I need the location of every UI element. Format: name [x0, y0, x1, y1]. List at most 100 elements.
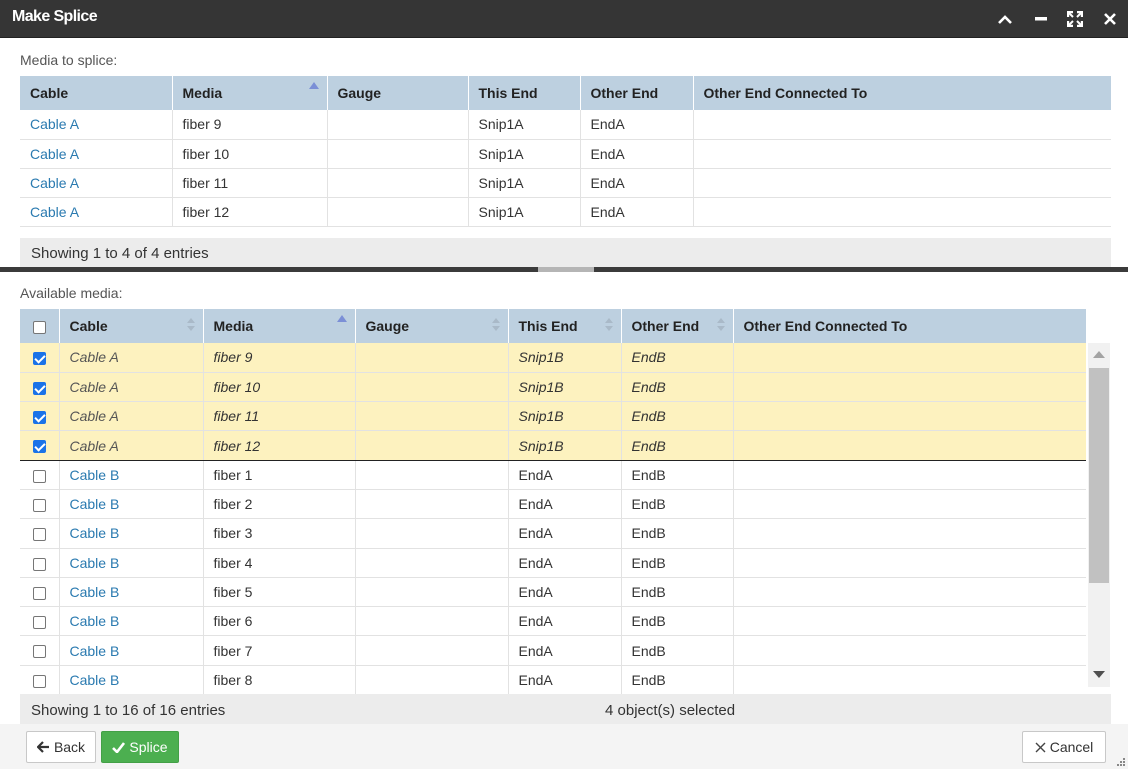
cell-other-end-connected-to: [733, 518, 1086, 549]
selected-count: 4 object(s) selected: [605, 702, 736, 719]
dialog-titlebar: Make Splice: [0, 0, 1128, 38]
cell-other-end: EndB: [621, 606, 734, 637]
cell-cable[interactable]: Cable A: [20, 139, 173, 169]
row-checkbox[interactable]: [32, 528, 46, 542]
cell-this-end: Snip1A: [468, 139, 581, 169]
splice-button[interactable]: Splice: [101, 731, 179, 763]
cell-cable[interactable]: Cable B: [59, 489, 204, 520]
cell-this-end: EndA: [508, 460, 622, 490]
table-row[interactable]: Cable Afiber 12 Snip1B EndB: [20, 430, 1086, 461]
sort-icon: [604, 318, 613, 334]
table-row[interactable]: Cable Afiber 9 Snip1B EndB: [20, 343, 1086, 373]
column-header-gauge[interactable]: Gauge: [355, 309, 509, 343]
cell-this-end: EndA: [508, 577, 622, 608]
cell-select: [20, 343, 60, 373]
column-header-cable[interactable]: Cable: [59, 309, 204, 343]
row-checkbox[interactable]: [32, 440, 46, 454]
cell-cable[interactable]: Cable A: [59, 430, 204, 461]
close-icon[interactable]: [1100, 9, 1120, 29]
table-row[interactable]: Cable Bfiber 7 EndA EndB: [20, 635, 1086, 666]
table-row[interactable]: Cable Bfiber 6 EndA EndB: [20, 606, 1086, 637]
row-checkbox[interactable]: [32, 616, 46, 630]
row-checkbox[interactable]: [32, 381, 46, 395]
cell-media: fiber 9: [172, 110, 328, 140]
sort-icon: [716, 318, 725, 334]
column-header-other-end[interactable]: Other End: [580, 76, 694, 110]
cell-this-end: EndA: [508, 606, 622, 637]
cancel-button[interactable]: Cancel: [1022, 731, 1106, 763]
column-header-other-end-connected-to[interactable]: Other End Connected To: [733, 309, 1086, 343]
select-all-checkbox[interactable]: [32, 320, 46, 334]
cell-cable[interactable]: Cable A: [59, 401, 204, 432]
collapse-icon[interactable]: [995, 9, 1015, 29]
table-row[interactable]: Cable Bfiber 8 EndA EndB: [20, 665, 1086, 696]
column-header-this-end[interactable]: This End: [508, 309, 622, 343]
column-header-gauge[interactable]: Gauge: [327, 76, 469, 110]
table-row[interactable]: Cable Bfiber 1 EndA EndB: [20, 460, 1086, 490]
table-row[interactable]: Cable Afiber 12 Snip1A EndA: [20, 197, 1111, 227]
cell-other-end-connected-to: [733, 577, 1086, 608]
column-header-media[interactable]: Media: [172, 76, 328, 110]
column-header-this-end[interactable]: This End: [468, 76, 581, 110]
cell-other-end: EndB: [621, 430, 734, 461]
cell-cable[interactable]: Cable A: [20, 197, 173, 227]
cell-media: fiber 6: [203, 606, 356, 637]
row-checkbox[interactable]: [32, 469, 46, 483]
cell-gauge: [355, 343, 509, 373]
cell-cable[interactable]: Cable A: [20, 110, 173, 140]
table-row[interactable]: Cable Bfiber 4 EndA EndB: [20, 548, 1086, 578]
cell-cable[interactable]: Cable A: [59, 343, 204, 373]
table-row[interactable]: Cable Afiber 10 Snip1B EndB: [20, 372, 1086, 403]
row-checkbox[interactable]: [32, 498, 46, 512]
maximize-icon[interactable]: [1065, 9, 1085, 29]
cell-select: [20, 518, 60, 549]
cell-this-end: Snip1B: [508, 343, 622, 373]
scrollbar-thumb[interactable]: [1089, 368, 1109, 583]
row-checkbox[interactable]: [32, 586, 46, 600]
cancel-button-label: Cancel: [1049, 739, 1094, 755]
cell-cable[interactable]: Cable A: [20, 168, 173, 198]
table-row[interactable]: Cable Bfiber 5 EndA EndB: [20, 577, 1086, 608]
resize-grip-icon[interactable]: [1114, 755, 1126, 767]
cell-other-end-connected-to: [693, 110, 1111, 140]
table-row[interactable]: Cable Bfiber 2 EndA EndB: [20, 489, 1086, 520]
cell-cable[interactable]: Cable B: [59, 577, 204, 608]
cell-this-end: EndA: [508, 489, 622, 520]
table-row[interactable]: Cable Afiber 9 Snip1A EndA: [20, 110, 1111, 140]
cell-cable[interactable]: Cable B: [59, 460, 204, 490]
column-header-media[interactable]: Media: [203, 309, 356, 343]
cell-media: fiber 2: [203, 489, 356, 520]
media-to-splice-table: Cable Media Gauge This End Other End Oth…: [20, 76, 1111, 227]
cell-cable[interactable]: Cable B: [59, 548, 204, 578]
cell-cable[interactable]: Cable B: [59, 635, 204, 666]
cell-this-end: EndA: [508, 635, 622, 666]
table-row[interactable]: Cable Afiber 10 Snip1A EndA: [20, 139, 1111, 169]
scroll-up-arrow-icon[interactable]: [1093, 351, 1105, 358]
column-header-cable[interactable]: Cable: [20, 76, 173, 110]
column-header-other-end-connected-to[interactable]: Other End Connected To: [693, 76, 1111, 110]
minimize-icon[interactable]: [1031, 9, 1051, 29]
cell-cable[interactable]: Cable B: [59, 518, 204, 549]
cell-cable[interactable]: Cable B: [59, 606, 204, 637]
sort-ascending-icon: [336, 315, 347, 322]
row-checkbox[interactable]: [32, 352, 46, 366]
row-checkbox[interactable]: [32, 411, 46, 425]
table-row[interactable]: Cable Bfiber 3 EndA EndB: [20, 518, 1086, 549]
cell-cable[interactable]: Cable A: [59, 372, 204, 403]
sort-ascending-icon: [308, 82, 319, 89]
cell-media: fiber 12: [203, 430, 356, 461]
back-button[interactable]: Back: [26, 731, 96, 763]
cell-gauge: [327, 110, 469, 140]
row-checkbox[interactable]: [32, 674, 46, 688]
scroll-down-arrow-icon[interactable]: [1093, 671, 1105, 678]
row-checkbox[interactable]: [32, 557, 46, 571]
row-checkbox[interactable]: [32, 645, 46, 659]
cell-media: fiber 12: [172, 197, 328, 227]
table-row[interactable]: Cable Afiber 11 Snip1A EndA: [20, 168, 1111, 198]
cell-media: fiber 4: [203, 548, 356, 578]
table-row[interactable]: Cable Afiber 11 Snip1B EndB: [20, 401, 1086, 432]
splitter-handle[interactable]: [538, 267, 594, 272]
available-media-label: Available media:: [20, 285, 123, 301]
column-header-other-end[interactable]: Other End: [621, 309, 734, 343]
cell-cable[interactable]: Cable B: [59, 665, 204, 696]
